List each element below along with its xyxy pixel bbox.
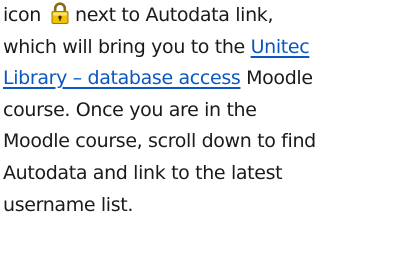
text-segment: Moodle: [240, 67, 313, 90]
line-4: course. Once you are in the: [3, 98, 257, 121]
line-3: Library – database access Moodle: [3, 63, 407, 95]
unitec-library-link[interactable]: Unitec: [251, 36, 310, 58]
line-2: which will bring you to the Unitec: [3, 32, 407, 64]
text-segment: icon: [3, 4, 41, 26]
instruction-paragraph: icon next to Autodata link, which will b…: [3, 0, 407, 221]
line-1: icon next to Autodata link,: [3, 0, 407, 32]
line-6: Autodata and link to the latest: [3, 161, 283, 184]
line-7: username list.: [3, 193, 134, 216]
text-segment: next to Autodata link,: [75, 4, 274, 26]
lock-icon: [51, 2, 69, 24]
unitec-library-link-continued[interactable]: Library – database access: [3, 67, 241, 89]
text-segment: which will bring you to the: [3, 35, 251, 58]
line-5: Moodle course, scroll down to find: [3, 130, 316, 153]
